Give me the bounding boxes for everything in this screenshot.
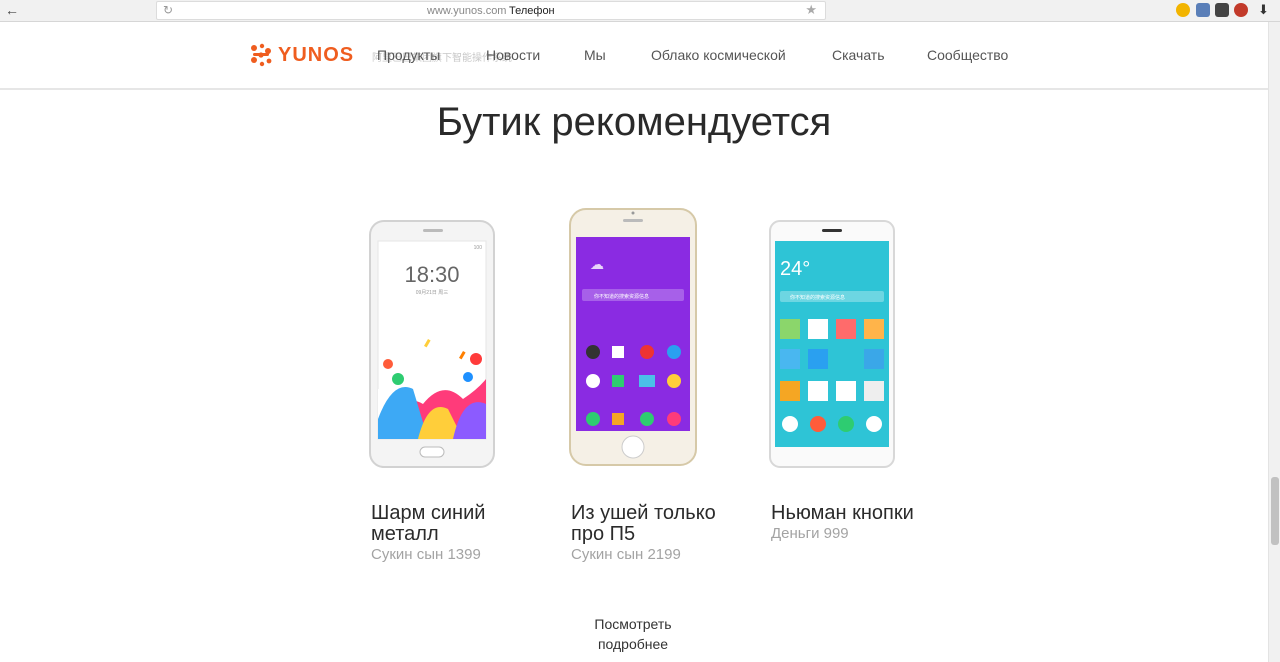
yunos-logo-icon (251, 43, 272, 67)
nav-item-about[interactable]: Мы (584, 47, 606, 63)
browser-toolbar: ← ↻ www.yunos.com Телефон ★ ⬇ (0, 0, 1280, 22)
download-icon[interactable]: ⬇ (1258, 2, 1269, 18)
page-scrollbar[interactable] (1268, 22, 1280, 662)
site-header: YUNOS 阿里巴巴集团旗下智能操作系统 Продукты Новости Мы… (0, 22, 1268, 90)
phone-image-newman[interactable]: 24° 你不知道的搜索资源信息 (768, 219, 896, 469)
nav-item-news[interactable]: Новости (486, 47, 540, 63)
phone-battery: 100 (474, 245, 483, 251)
extension-window-icon[interactable] (1196, 3, 1210, 17)
page-title-text: Телефон (509, 5, 555, 17)
scrollbar-thumb[interactable] (1271, 477, 1279, 545)
svg-text:☁: ☁ (590, 256, 604, 272)
phone-temperature: 24° (780, 258, 810, 280)
extension-bug-icon[interactable] (1234, 3, 1248, 17)
extension-shield-icon[interactable] (1215, 3, 1229, 17)
reload-icon[interactable]: ↻ (163, 3, 173, 17)
nav-item-community[interactable]: Сообщество (927, 47, 1008, 63)
product-title[interactable]: Ньюман кнопки (771, 503, 946, 524)
address-bar[interactable]: ↻ www.yunos.com Телефон ★ (156, 1, 826, 20)
product-title[interactable]: Из ушей только про П5 (571, 503, 746, 545)
nav-item-download[interactable]: Скачать (832, 47, 885, 63)
product-price: Деньги 999 (771, 525, 849, 542)
product-price: Сукин сын 2199 (571, 546, 681, 563)
nav-item-products[interactable]: Продукты (377, 47, 440, 63)
phone-clock: 18:30 (404, 262, 459, 287)
phone-search: 你不知道的搜索资源信息 (594, 293, 649, 300)
bookmark-star-icon[interactable]: ★ (805, 2, 817, 18)
view-more-link[interactable]: Посмотреть подробнее (583, 614, 683, 654)
phone-date: 09月21日 周三 (416, 290, 449, 296)
logo-text: YUNOS (278, 44, 355, 66)
extension-coin-icon[interactable] (1176, 3, 1190, 17)
yunos-logo[interactable]: YUNOS (248, 42, 358, 72)
back-arrow-icon[interactable]: ← (4, 2, 20, 18)
section-heading: Бутик рекомендуется (436, 100, 832, 144)
phone-image-zuk[interactable]: ☁ 你不知道的搜索资源信息 (568, 207, 698, 467)
product-price: Сукин сын 1399 (371, 546, 481, 563)
phone-image-meizu[interactable]: 18:30 09月21日 周三 100 (368, 219, 496, 469)
product-title[interactable]: Шарм синий металл (371, 503, 546, 545)
phone-search: 你不知道的搜索资源信息 (790, 294, 845, 301)
nav-item-cloud[interactable]: Облако космической (651, 47, 786, 63)
url-text: www.yunos.com (427, 5, 507, 17)
